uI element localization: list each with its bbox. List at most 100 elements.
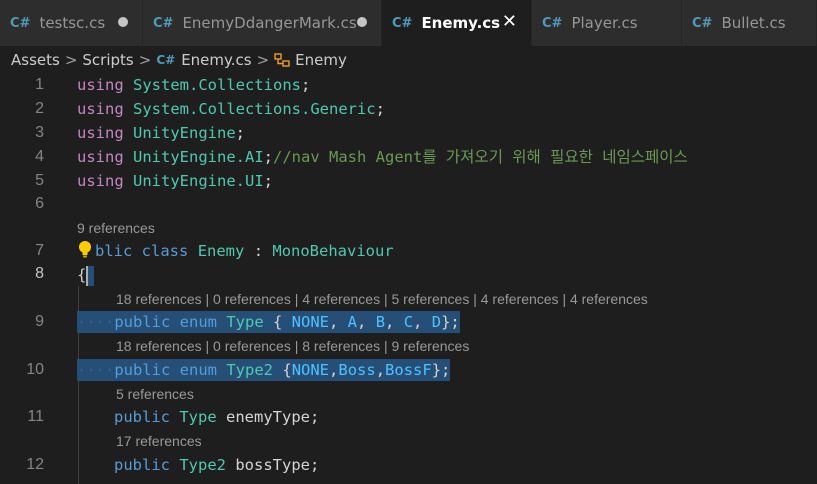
keyword: using: [77, 124, 124, 142]
punctuation: ,: [375, 361, 386, 379]
keyword: public: [114, 456, 170, 474]
enum-name: Type2: [226, 361, 274, 379]
csharp-file-icon: C#: [392, 15, 413, 31]
tab-testsc[interactable]: C# testsc.cs: [0, 0, 143, 46]
enum-member: NONE: [291, 313, 329, 331]
code-line-1[interactable]: using System.Collections;: [77, 74, 310, 96]
brace: {: [77, 266, 87, 284]
keyword: public: [114, 313, 171, 331]
class-name: Enemy: [197, 242, 245, 260]
whitespace-marker: ····: [77, 361, 115, 379]
tab-enemydangermark[interactable]: C# EnemyDdangerMark.cs: [143, 0, 382, 46]
line-number[interactable]: 5: [0, 172, 44, 190]
line-number[interactable]: 4: [0, 148, 44, 166]
breadcrumb-item-class[interactable]: Enemy: [295, 51, 347, 69]
code-line-2[interactable]: using System.Collections.Generic;: [77, 98, 385, 120]
punctuation: ,: [385, 313, 404, 331]
keyword: public: [114, 408, 170, 426]
namespace: System.Collections: [133, 76, 301, 94]
code-line-11[interactable]: public Type enemyType;: [114, 406, 319, 428]
code-line-4[interactable]: using UnityEngine.AI;//nav Mash Agent를 가…: [77, 146, 688, 168]
punctuation: };: [441, 313, 460, 331]
type-name: Type2: [179, 456, 227, 474]
punctuation: ,: [329, 313, 348, 331]
enum-member: D: [431, 313, 442, 331]
namespace: UnityEngine: [133, 124, 236, 142]
csharp-file-icon: C#: [692, 15, 713, 31]
breadcrumb-item-scripts[interactable]: Scripts: [82, 51, 133, 69]
code-line-3[interactable]: using UnityEngine;: [77, 122, 245, 144]
keyword: using: [77, 172, 124, 190]
code-line-10[interactable]: ····public enum Type2 {NONE,Boss,BossF};: [77, 359, 451, 381]
punctuation: ;: [263, 172, 274, 190]
punctuation: ;: [263, 148, 274, 166]
line-number[interactable]: 8: [0, 265, 44, 283]
type-name: Type: [179, 408, 217, 426]
code-line-7[interactable]: blic class Enemy : MonoBehaviour: [95, 240, 394, 262]
line-number[interactable]: 6: [0, 195, 44, 213]
lightbulb-icon[interactable]: [78, 240, 92, 260]
punctuation: ,: [413, 313, 432, 331]
namespace: UnityEngine.AI: [133, 148, 264, 166]
code-line-12[interactable]: public Type2 bossType;: [114, 454, 319, 476]
unsaved-dot-icon[interactable]: [357, 17, 367, 27]
keyword: using: [77, 100, 124, 118]
class-symbol-icon: [274, 53, 290, 67]
punctuation: ;: [235, 124, 246, 142]
line-number[interactable]: 7: [0, 242, 44, 260]
line-number[interactable]: 12: [0, 456, 44, 474]
punctuation: {: [263, 313, 292, 331]
codelens-references[interactable]: 17 references: [116, 433, 202, 449]
line-number[interactable]: 10: [0, 361, 44, 379]
breadcrumb-item-assets[interactable]: Assets: [11, 51, 60, 69]
csharp-file-icon: C#: [10, 15, 31, 31]
text-cursor: [86, 265, 95, 286]
tab-label: Player.cs: [571, 14, 638, 32]
line-number[interactable]: 2: [0, 100, 44, 118]
csharp-file-icon: C#: [153, 15, 174, 31]
enum-member: C: [403, 313, 414, 331]
tab-player[interactable]: C# Player.cs: [532, 0, 682, 46]
keyword: using: [77, 148, 124, 166]
keyword: using: [77, 76, 124, 94]
line-number[interactable]: 1: [0, 76, 44, 94]
tab-enemy[interactable]: C# Enemy.cs ✕: [382, 0, 532, 46]
enum-member: Boss: [338, 361, 376, 379]
line-number[interactable]: 11: [0, 408, 44, 426]
code-line-5[interactable]: using UnityEngine.UI;: [77, 170, 273, 192]
tab-label: EnemyDdangerMark.cs: [182, 14, 357, 32]
punctuation: };: [431, 361, 451, 379]
codelens-references[interactable]: 18 references | 0 references | 8 referen…: [116, 338, 469, 354]
codelens-references[interactable]: 18 references | 0 references | 4 referen…: [116, 291, 648, 307]
code-line-9[interactable]: ····public enum Type { NONE, A, B, C, D}…: [77, 311, 460, 333]
whitespace-marker: ····: [77, 313, 115, 331]
code-editor[interactable]: 1 2 3 4 5 6 7 8 9 10 11 12 using System.…: [0, 74, 817, 484]
tab-bullet[interactable]: C# Bullet.cs: [682, 0, 817, 46]
enum-member: A: [347, 313, 358, 331]
punctuation: ;: [375, 100, 385, 118]
tab-label: Bullet.cs: [721, 14, 786, 32]
close-icon[interactable]: ✕: [502, 11, 517, 32]
csharp-file-icon: C#: [156, 53, 176, 67]
keyword: public: [114, 361, 171, 379]
namespace: System.Collections.Generic: [133, 100, 376, 118]
enum-member: B: [375, 313, 386, 331]
field-name: enemyType;: [216, 408, 320, 426]
enum-member: BossF: [385, 361, 432, 379]
keyword: class: [141, 242, 189, 260]
line-number[interactable]: 9: [0, 313, 44, 331]
chevron-right-icon: >: [138, 51, 152, 69]
keyword: blic: [95, 242, 133, 260]
namespace: UnityEngine.UI: [133, 172, 264, 190]
breadcrumb-item-file[interactable]: Enemy.cs: [181, 51, 251, 69]
codelens-references[interactable]: 9 references: [77, 220, 155, 236]
unsaved-dot-icon[interactable]: [118, 17, 128, 27]
chevron-right-icon: >: [256, 51, 270, 69]
keyword: enum: [179, 313, 217, 331]
breadcrumb: Assets > Scripts > C# Enemy.cs > Enemy: [0, 46, 817, 74]
tab-label: testsc.cs: [39, 14, 106, 32]
punctuation: ,: [329, 361, 339, 379]
code-line-8[interactable]: {: [77, 264, 95, 286]
line-number[interactable]: 3: [0, 124, 44, 142]
codelens-references[interactable]: 5 references: [116, 386, 194, 402]
